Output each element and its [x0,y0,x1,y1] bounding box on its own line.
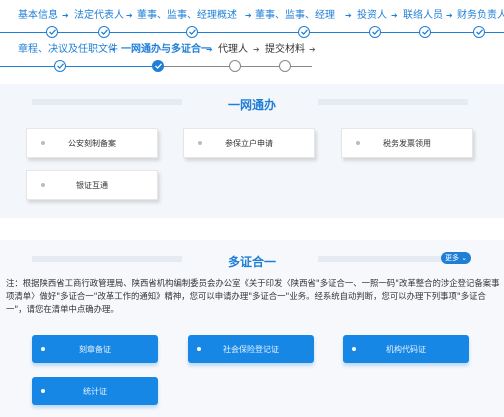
yiwang-title: 一网通办 [227,98,276,112]
step-managers[interactable]: 董事、监事、经理 [255,10,335,22]
step-one-stop[interactable]: 一网通办与多证合一 [121,44,211,56]
yiwang-item-tax-invoice[interactable]: 税务发票领用 [341,128,473,158]
arrow-icon: ➔ [345,11,352,20]
step-done-icon [98,26,110,38]
arrow-icon: ➔ [309,45,316,54]
yiwang-item-bank-securities[interactable]: 银证互通 [26,170,158,200]
yiwang-item-insurance[interactable]: 参保立户申请 [183,128,315,158]
duozheng-title: 多证合一 [227,255,276,269]
step-done-icon [54,60,66,72]
arrow-icon: ➔ [109,45,116,54]
arrow-icon: ➔ [62,11,69,20]
arrow-icon: ➔ [245,11,252,20]
duozheng-item-seal[interactable]: 刻章备证 [32,335,158,363]
step-done-icon [473,26,485,38]
step-submit[interactable]: 提交材料 [265,44,305,56]
step-track [0,66,160,67]
arrow-icon: ➔ [206,45,213,54]
step-contacts[interactable]: 联络人员 [403,10,443,22]
step-finance[interactable]: 财务负责人 [457,10,504,22]
yiwang-item-police-seal[interactable]: 公安刻制备案 [26,128,158,158]
step-managers-overview[interactable]: 董事、监事、经理概述 [137,10,237,22]
step-done-icon [369,26,381,38]
step-investors[interactable]: 投资人 [357,10,387,22]
step-agent[interactable]: 代理人 [218,44,248,56]
duozheng-note: 注：根据陕西省工商行政管理局、陕西省机构编制委员会办公室《关于印发〈陕西省"多证… [6,278,500,314]
step-basic-info[interactable]: 基本信息 [18,10,58,22]
step-pending-icon [279,60,291,72]
more-button[interactable]: 更多 ⌄ [441,252,472,264]
step-done-icon [298,26,310,38]
duozheng-item-org-code[interactable]: 机构代码证 [343,335,469,363]
arrow-icon: ➔ [446,11,453,20]
duozheng-item-statistics[interactable]: 统计证 [32,377,158,405]
step-legal-rep[interactable]: 法定代表人 [74,10,124,22]
duozheng-item-social-insurance[interactable]: 社会保险登记证 [188,335,314,363]
chevron-down-icon: ⌄ [461,254,468,262]
step-articles[interactable]: 章程、决议及任职文件 [18,44,118,56]
arrow-icon: ➔ [253,45,260,54]
step-done-icon [419,26,431,38]
step-pending-icon [229,60,241,72]
step-current-icon [152,60,164,72]
step-done-icon [186,26,198,38]
arrow-icon: ➔ [126,11,133,20]
step-done-icon [46,26,58,38]
arrow-icon: ➔ [391,11,398,20]
